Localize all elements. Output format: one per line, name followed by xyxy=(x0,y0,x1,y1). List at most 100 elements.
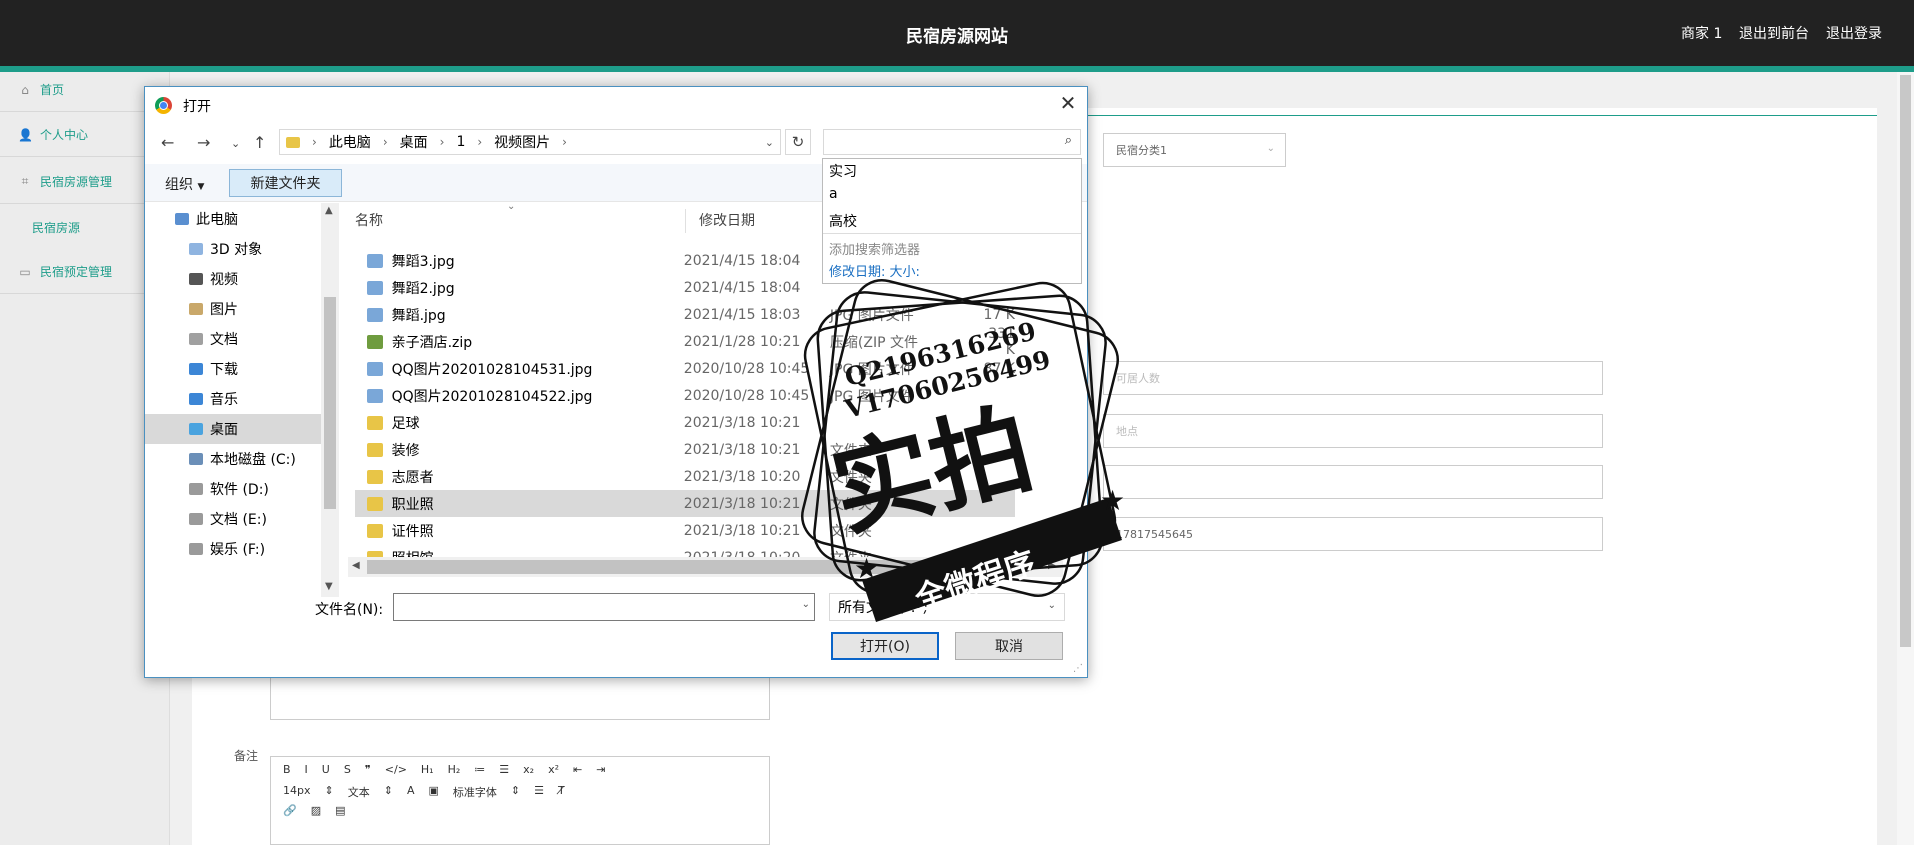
home-icon: ⌂ xyxy=(21,82,29,97)
column-separator[interactable] xyxy=(685,209,686,233)
editor-tool-button[interactable]: ⇤ xyxy=(573,763,582,776)
editor-tool-button[interactable]: x₂ xyxy=(523,763,534,776)
watermark-stamp: Q2196316269 V17060256499 实拍 全微程序 ★ ★ xyxy=(801,279,1125,622)
tree-item-label: 桌面 xyxy=(210,422,238,438)
chat-icon: ▭ xyxy=(19,264,31,279)
text-input[interactable] xyxy=(1103,465,1603,499)
close-icon[interactable]: ✕ xyxy=(1056,91,1080,115)
jpg-icon xyxy=(367,307,383,322)
editor-tool-button[interactable]: I xyxy=(305,763,308,776)
tree-item[interactable]: 本地磁盘 (C:) xyxy=(145,444,321,474)
breadcrumb-segment[interactable]: 视频图片 xyxy=(494,132,550,152)
scroll-up-icon[interactable]: ▲ xyxy=(325,205,333,216)
column-header-name[interactable]: 名称 xyxy=(355,210,383,230)
page-scrollbar-thumb[interactable] xyxy=(1900,75,1911,647)
scroll-down-icon[interactable]: ▼ xyxy=(325,581,333,592)
image-icon[interactable]: ▨ xyxy=(311,804,321,817)
file-name: 志愿者 xyxy=(391,469,434,486)
editor-tool-button[interactable]: </> xyxy=(385,763,407,776)
tree-item-icon xyxy=(189,303,203,315)
tree-scrollbar-thumb[interactable] xyxy=(324,297,336,509)
breadcrumb-segment[interactable]: 此电脑 xyxy=(329,132,371,152)
editor-tool-button[interactable]: ≔ xyxy=(474,763,485,776)
chevron-down-icon: ▼ xyxy=(197,182,205,192)
tree-item[interactable]: 娱乐 (F:) xyxy=(145,534,321,564)
recent-chevron-icon[interactable]: ⌄ xyxy=(231,137,240,150)
editor-tool-button[interactable]: S xyxy=(344,763,351,776)
search-input[interactable]: ⌕ xyxy=(823,129,1081,155)
text-style-select[interactable]: 文本 xyxy=(348,784,370,800)
font-size-select[interactable]: 14px xyxy=(283,784,311,800)
tree-item-label: 图片 xyxy=(210,302,238,318)
folder-icon xyxy=(286,136,300,148)
video-icon[interactable]: ▤ xyxy=(335,804,345,817)
phone-input[interactable]: 17817545645 xyxy=(1103,517,1603,551)
font-family-select[interactable]: 标准字体 xyxy=(453,784,497,800)
font-color-icon[interactable]: A xyxy=(407,784,415,800)
column-header-date[interactable]: 修改日期 xyxy=(699,210,755,230)
logout-link[interactable]: 退出登录 xyxy=(1826,23,1882,43)
address-dropdown-icon[interactable]: ⌄ xyxy=(765,136,774,149)
star-icon: ★ xyxy=(1100,484,1125,517)
up-arrow-icon[interactable]: ↑ xyxy=(253,133,266,152)
editor-toolbar-row-3: 🔗 ▨ ▤ xyxy=(283,804,346,817)
category-select[interactable]: 民宿分类1 ⌄ xyxy=(1103,133,1286,167)
organize-button[interactable]: 组织 ▼ xyxy=(165,174,204,194)
tree-item-label: 此电脑 xyxy=(196,212,238,228)
file-name: 舞蹈3.jpg xyxy=(391,253,455,270)
file-name: 舞蹈2.jpg xyxy=(391,280,455,297)
align-icon[interactable]: ☰ xyxy=(534,784,544,800)
location-input[interactable]: 地点 xyxy=(1103,414,1603,448)
guest-count-input[interactable]: 可居人数 xyxy=(1103,361,1603,395)
tree-item[interactable]: 下载 xyxy=(145,354,321,384)
breadcrumb-segment[interactable]: 桌面 xyxy=(400,132,428,152)
forward-arrow-icon[interactable]: → xyxy=(197,133,210,152)
current-user-link[interactable]: 商家 1 xyxy=(1681,23,1722,43)
scroll-left-icon[interactable]: ◀ xyxy=(352,560,360,571)
tree-item[interactable]: 文档 (E:) xyxy=(145,504,321,534)
tree-item[interactable]: 此电脑 xyxy=(145,204,321,234)
sidebar-item-label: 首页 xyxy=(40,83,65,97)
search-suggestion[interactable]: 实习 xyxy=(829,161,857,181)
file-name: 装修 xyxy=(391,442,420,459)
file-name: QQ图片20201028104531.jpg xyxy=(391,361,593,378)
search-suggestion[interactable]: 高校 xyxy=(829,211,857,231)
star-icon: ★ xyxy=(854,552,879,585)
jpg-icon xyxy=(367,280,383,295)
spinner-icon: ⇕ xyxy=(324,784,334,797)
breadcrumb-separator-icon: › xyxy=(382,135,388,149)
editor-tool-button[interactable]: ⇥ xyxy=(596,763,605,776)
editor-tool-button[interactable]: ❞ xyxy=(365,763,371,776)
refresh-icon[interactable]: ↻ xyxy=(785,129,811,155)
tree-item[interactable]: 图片 xyxy=(145,294,321,324)
address-bar[interactable]: › 此电脑 › 桌面 › 1 › 视频图片 › ⌄ xyxy=(279,129,781,155)
cancel-button[interactable]: 取消 xyxy=(955,632,1063,660)
tree-item[interactable]: 视频 xyxy=(145,264,321,294)
tree-item[interactable]: 软件 (D:) xyxy=(145,474,321,504)
editor-tool-button[interactable]: B xyxy=(283,763,291,776)
tree-item[interactable]: 文档 xyxy=(145,324,321,354)
back-to-front-link[interactable]: 退出到前台 xyxy=(1739,23,1809,43)
search-suggestion[interactable]: a xyxy=(829,186,838,202)
resize-grip-icon[interactable]: ⋰ xyxy=(1073,663,1083,674)
editor-tool-button[interactable]: ☰ xyxy=(499,763,509,776)
open-button[interactable]: 打开(O) xyxy=(831,632,939,660)
jpg-icon xyxy=(367,361,383,376)
editor-tool-button[interactable]: U xyxy=(322,763,330,776)
editor-tool-button[interactable]: H₁ xyxy=(421,763,434,776)
editor-tool-button[interactable]: H₂ xyxy=(448,763,461,776)
link-icon[interactable]: 🔗 xyxy=(283,804,297,817)
tree-item[interactable]: 音乐 xyxy=(145,384,321,414)
tree-item[interactable]: 桌面 xyxy=(145,414,321,444)
clear-format-icon[interactable]: T̸ xyxy=(558,784,565,800)
folder-icon xyxy=(367,523,383,538)
tree-item[interactable]: 3D 对象 xyxy=(145,234,321,264)
highlight-icon[interactable]: ▣ xyxy=(428,784,438,800)
back-arrow-icon[interactable]: ← xyxy=(161,133,174,152)
editor-tool-button[interactable]: x² xyxy=(548,763,559,776)
tree-item-label: 音乐 xyxy=(210,392,238,408)
breadcrumb-segment[interactable]: 1 xyxy=(456,134,465,150)
rich-text-editor[interactable]: B I U S ❞ </> H₁ H₂ ≔ ☰ x₂ x² ⇤ ⇥ 14px ⇕ 文本 ⇕ A ▣ 标准字… xyxy=(270,756,770,845)
filename-input[interactable]: ⌄ xyxy=(393,593,815,621)
new-folder-button[interactable]: 新建文件夹 xyxy=(229,169,342,197)
